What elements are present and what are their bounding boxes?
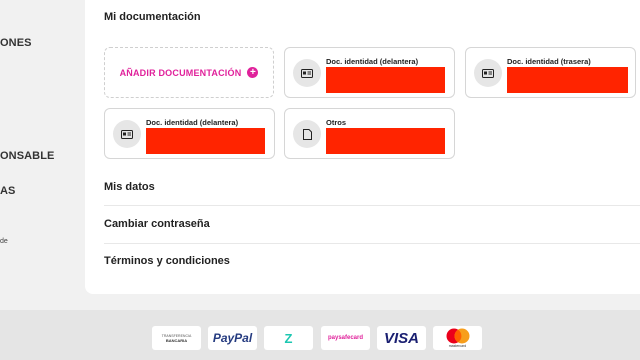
- sidebar-item-2[interactable]: ONSABLE: [0, 150, 54, 162]
- sidebar-small-text: de: [0, 238, 8, 245]
- divider: [104, 243, 640, 244]
- payment-methods-bar: TRANSFERENCIA BANCARIA PayPal Z paysafec…: [0, 310, 640, 360]
- file-icon: [293, 120, 321, 148]
- visa-logo: VISA: [377, 326, 426, 350]
- sidebar-item-3[interactable]: AS: [0, 185, 15, 197]
- redacted-block: [507, 67, 628, 93]
- sidebar-item-1[interactable]: ONES: [0, 37, 32, 49]
- id-card-icon: [474, 59, 502, 87]
- redacted-block: [146, 128, 265, 154]
- mastercard-logo: mastercard: [433, 326, 482, 350]
- skrill-text: Z: [284, 330, 293, 346]
- doc-label: Doc. identidad (delantera): [146, 118, 239, 127]
- doc-tile-otros[interactable]: Otros: [284, 108, 455, 159]
- doc-tile-id-front[interactable]: Doc. identidad (delantera): [284, 47, 455, 98]
- paypal-text: PayPal: [212, 331, 253, 345]
- plus-icon: +: [247, 67, 259, 78]
- mastercard-text: mastercard: [448, 344, 467, 348]
- mastercard-circles-icon: [446, 328, 469, 344]
- documentation-title: Mi documentación: [104, 11, 201, 23]
- sidebar: ONES ONSABLE AS de: [0, 0, 85, 310]
- id-card-icon: [293, 59, 321, 87]
- paysafecard-logo: paysafecard: [321, 326, 370, 350]
- change-password-link[interactable]: Cambiar contraseña: [104, 218, 210, 230]
- divider: [104, 205, 640, 206]
- mis-datos-link[interactable]: Mis datos: [104, 181, 155, 193]
- skrill-logo: Z: [264, 326, 313, 350]
- doc-label: Doc. identidad (delantera): [326, 57, 419, 66]
- add-documentation-label: AÑADIR DOCUMENTACIÓN: [119, 67, 242, 78]
- id-card-icon: [113, 120, 141, 148]
- bank-transfer-line2: BANCARIA: [165, 337, 188, 343]
- doc-tile-id-front-2[interactable]: Doc. identidad (delantera): [104, 108, 275, 159]
- doc-label: Otros: [326, 118, 347, 127]
- doc-label: Doc. identidad (trasera): [507, 57, 591, 66]
- add-documentation-button[interactable]: AÑADIR DOCUMENTACIÓN +: [104, 47, 274, 98]
- profile-card: Mi documentación AÑADIR DOCUMENTACIÓN + …: [85, 0, 640, 294]
- terms-link[interactable]: Términos y condiciones: [104, 255, 230, 267]
- paysafecard-text: paysafecard: [327, 335, 364, 341]
- doc-tile-id-back[interactable]: Doc. identidad (trasera): [465, 47, 636, 98]
- redacted-block: [326, 128, 445, 154]
- visa-text: VISA: [383, 329, 419, 347]
- paypal-logo: PayPal: [208, 326, 257, 350]
- bank-transfer-logo: TRANSFERENCIA BANCARIA: [152, 326, 201, 350]
- redacted-block: [326, 67, 445, 93]
